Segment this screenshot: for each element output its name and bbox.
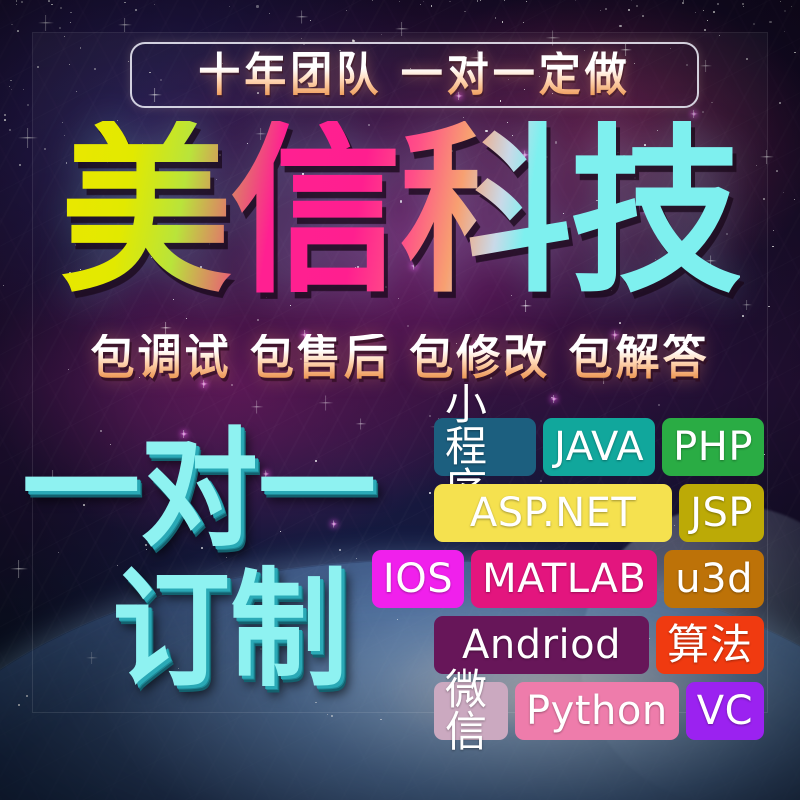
- title-area: 美信科技: [0, 112, 800, 312]
- technology-tag-grid: 小程序JAVAPHPASP.NETJSPIOSMATLABu3dAndriod算…: [371, 384, 764, 753]
- tag-java[interactable]: JAVA: [543, 418, 656, 476]
- tag-row: IOS MATLAB u3d: [371, 550, 764, 608]
- tag-row: 小程序JAVAPHP: [434, 384, 764, 510]
- tag-[interactable]: 小程序: [434, 384, 537, 510]
- tag-asp-net[interactable]: ASP.NET: [434, 484, 673, 542]
- tag-[interactable]: 算法: [655, 616, 764, 674]
- tag-php[interactable]: PHP: [662, 418, 764, 476]
- subtitle-guarantees: 包调试 包售后 包修改 包解答: [0, 333, 800, 382]
- tag-matlab[interactable]: MATLAB: [471, 550, 658, 608]
- highlight-line-2: 订制: [112, 554, 349, 704]
- tag-jsp[interactable]: JSP: [679, 484, 764, 542]
- page-title: 美信科技: [60, 104, 742, 318]
- tag-ios[interactable]: IOS: [371, 550, 465, 608]
- tag-row: ASP.NET JSP: [434, 484, 764, 542]
- top-ribbon-banner: 十年团队 一对一定做: [130, 42, 699, 108]
- tag-row: 微信 Python VC: [434, 669, 764, 753]
- tag-vc[interactable]: VC: [685, 682, 764, 740]
- tag-python[interactable]: Python: [515, 682, 679, 740]
- promo-poster: 十年团队 一对一定做 美信科技 包调试 包售后 包修改 包解答 一对一 订制 小…: [0, 0, 800, 800]
- tag-[interactable]: 微信: [434, 669, 509, 753]
- highlight-line-1: 一对一: [22, 414, 377, 564]
- tag-u3d[interactable]: u3d: [664, 550, 764, 608]
- ribbon-text: 十年团队 一对一定做: [198, 47, 631, 102]
